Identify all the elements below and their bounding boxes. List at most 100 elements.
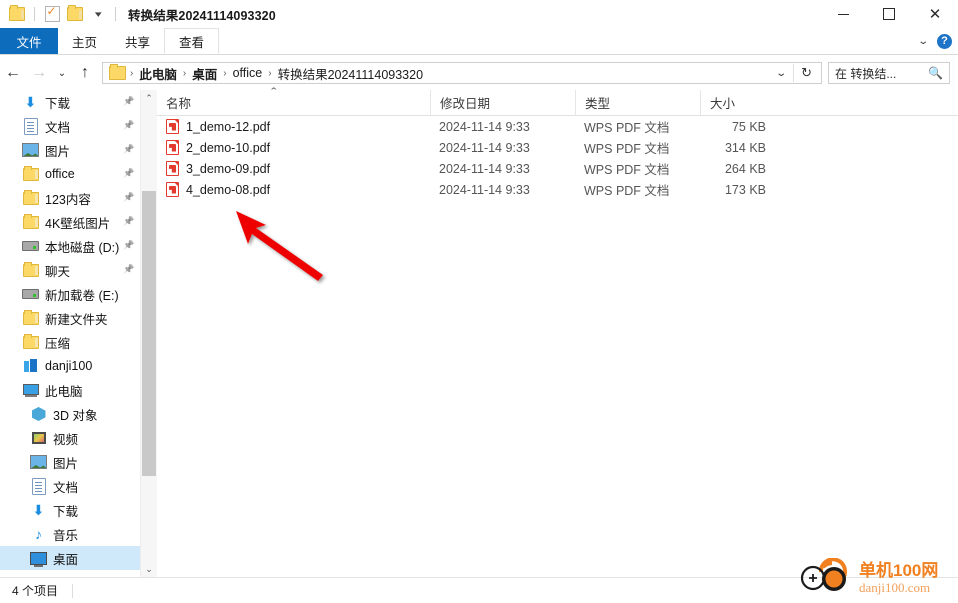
sidebar-item-label: danji100 (45, 359, 93, 373)
tab-view[interactable]: 查看 (164, 28, 220, 54)
sidebar-item-14[interactable]: 视频 (0, 426, 140, 450)
sidebar-item-label: 新建文件夹 (45, 312, 108, 327)
pdf-icon (166, 161, 179, 176)
documents-icon (30, 477, 47, 495)
forward-button[interactable]: → (26, 60, 52, 86)
pin-icon[interactable]: 📌 (123, 215, 134, 228)
sidebar-scrollbar[interactable]: ⌃ ⌄ (140, 90, 157, 578)
tab-home[interactable]: 主页 (58, 28, 111, 54)
sidebar-item-6[interactable]: 本地磁盘 (D:) 📌 (0, 234, 140, 258)
sidebar-item-11[interactable]: danji100 (0, 354, 140, 378)
sidebar-item-5[interactable]: 4K壁纸图片 📌 (0, 210, 140, 234)
pin-icon[interactable]: 📌 (123, 95, 134, 108)
pin-icon[interactable]: 📌 (123, 167, 134, 180)
address-bar[interactable]: › 此电脑 › 桌面 › office › 转换结果20241114093320… (102, 62, 822, 84)
this-pc-icon (22, 382, 39, 399)
pin-icon[interactable]: 📌 (123, 263, 134, 276)
sidebar-item-12[interactable]: 此电脑 (0, 378, 140, 402)
properties-icon (44, 4, 60, 22)
sidebar-item-9[interactable]: 新建文件夹 (0, 306, 140, 330)
ribbon-right-controls: ⌄ ? (917, 28, 952, 54)
tab-file[interactable]: 文件 (0, 28, 58, 54)
sidebar-item-label: 图片 (45, 144, 71, 159)
recent-locations-button[interactable]: ⌄ (52, 60, 72, 86)
sidebar-item-1[interactable]: 文档 📌 (0, 114, 140, 138)
column-header-date[interactable]: 修改日期 (430, 90, 575, 115)
qat-folder-icon[interactable] (8, 5, 26, 23)
back-button[interactable]: ← (0, 60, 26, 86)
sidebar-item-7[interactable]: 聊天 📌 (0, 258, 140, 282)
help-icon[interactable]: ? (937, 33, 952, 49)
qat-customize-button[interactable]: ▾ (89, 5, 107, 23)
breadcrumb-current-folder[interactable]: 转换结果20241114093320 (273, 64, 428, 83)
navigation-pane[interactable]: ⬇ 下载 📌 文档 📌 图片 📌 office 📌 123内容 📌 4K壁纸图片 📌 本地磁盘 (D:) 📌… (0, 90, 140, 578)
address-dropdown-chevron-icon[interactable]: ⌄ (764, 68, 798, 79)
search-input[interactable]: 在 转换结... (835, 65, 896, 82)
folder-icon (22, 189, 39, 207)
folder-icon (22, 213, 39, 231)
pin-icon[interactable]: 📌 (123, 143, 134, 156)
file-type-label: WPS PDF 文档 (584, 184, 670, 198)
quick-access-toolbar: ▾ (0, 0, 119, 28)
table-row[interactable]: 4_demo-08.pdf 2024-11-14 9:33 WPS PDF 文档 17… (157, 179, 958, 200)
search-box[interactable]: 在 转换结... 🔍 (828, 62, 950, 84)
column-header-size[interactable]: 大小 (700, 90, 775, 115)
pin-icon[interactable]: 📌 (123, 239, 134, 252)
column-header-type[interactable]: 类型 (575, 90, 700, 115)
chevron-down-icon: ▾ (94, 8, 102, 19)
sidebar-item-15[interactable]: 图片 (0, 450, 140, 474)
cell-name: 3_demo-09.pdf (157, 161, 430, 176)
pin-icon[interactable]: 📌 (123, 191, 134, 204)
scroll-up-arrow-icon[interactable]: ⌃ (141, 90, 157, 107)
file-name-label: 1_demo-12.pdf (186, 119, 271, 134)
table-row[interactable]: 3_demo-09.pdf 2024-11-14 9:33 WPS PDF 文档 26… (157, 158, 958, 179)
file-date-label: 2024-11-14 9:33 (439, 182, 530, 197)
breadcrumb-folder-icon (109, 64, 126, 80)
status-bar: 4 个项目 (0, 577, 958, 603)
close-icon: ✕ (928, 5, 942, 23)
download-icon: ⬇ (24, 93, 37, 110)
sidebar-item-8[interactable]: 新加载卷 (E:) (0, 282, 140, 306)
qat-new-folder-icon[interactable] (66, 5, 84, 23)
sidebar-item-label: 下载 (53, 504, 79, 519)
column-header-name[interactable]: 名称 ⌃ (157, 86, 430, 115)
maximize-button[interactable] (866, 0, 912, 28)
folder-icon-shape (22, 213, 39, 229)
ribbon-tab-bar: 文件 主页 共享 查看 ⌄ ? (0, 28, 958, 54)
sidebar-item-label: 此电脑 (45, 384, 83, 399)
cell-name: 4_demo-08.pdf (157, 182, 430, 197)
sidebar-item-label: 音乐 (53, 528, 79, 543)
sidebar-item-3[interactable]: office 📌 (0, 162, 140, 186)
window-title: 转换结果20241114093320 (128, 8, 276, 23)
sidebar-item-label: 下载 (45, 96, 71, 111)
file-size-label: 75 KB (731, 119, 766, 134)
file-list-pane: 名称 ⌃ 修改日期 类型 大小 1_demo-12.pdf 2024-11-14 … (157, 86, 958, 578)
videos-icon (30, 430, 47, 447)
sidebar-item-18[interactable]: ♪ 音乐 (0, 522, 140, 546)
close-button[interactable]: ✕ (912, 0, 958, 28)
column-label-name: 名称 (166, 97, 192, 111)
sort-ascending-icon: ⌃ (268, 86, 279, 96)
pin-icon[interactable]: 📌 (123, 119, 134, 132)
breadcrumb-desktop[interactable]: 桌面 (187, 64, 222, 83)
table-row[interactable]: 1_demo-12.pdf 2024-11-14 9:33 WPS PDF 文档 75… (157, 116, 958, 137)
sidebar-item-10[interactable]: 压缩 (0, 330, 140, 354)
minimize-button[interactable] (820, 0, 866, 28)
table-row[interactable]: 2_demo-10.pdf 2024-11-14 9:33 WPS PDF 文档 31… (157, 137, 958, 158)
tab-share[interactable]: 共享 (111, 28, 164, 54)
sidebar-item-17[interactable]: ⬇ 下载 (0, 498, 140, 522)
file-size-label: 264 KB (724, 161, 766, 176)
sidebar-item-2[interactable]: 图片 📌 (0, 138, 140, 162)
scroll-down-arrow-icon[interactable]: ⌄ (141, 561, 157, 578)
sidebar-item-13[interactable]: 3D 对象 (0, 402, 140, 426)
breadcrumb-this-pc[interactable]: 此电脑 (134, 64, 182, 83)
ribbon-collapse-chevron-icon[interactable]: ⌄ (917, 36, 929, 47)
sidebar-item-16[interactable]: 文档 (0, 474, 140, 498)
sidebar-item-4[interactable]: 123内容 📌 (0, 186, 140, 210)
qat-properties-icon[interactable] (43, 4, 61, 23)
up-button[interactable]: ↑ (72, 60, 98, 86)
breadcrumb-office[interactable]: office (228, 66, 268, 80)
sidebar-item-19[interactable]: 桌面 (0, 546, 140, 570)
scrollbar-thumb[interactable] (142, 191, 156, 476)
sidebar-item-0[interactable]: ⬇ 下载 📌 (0, 90, 140, 114)
